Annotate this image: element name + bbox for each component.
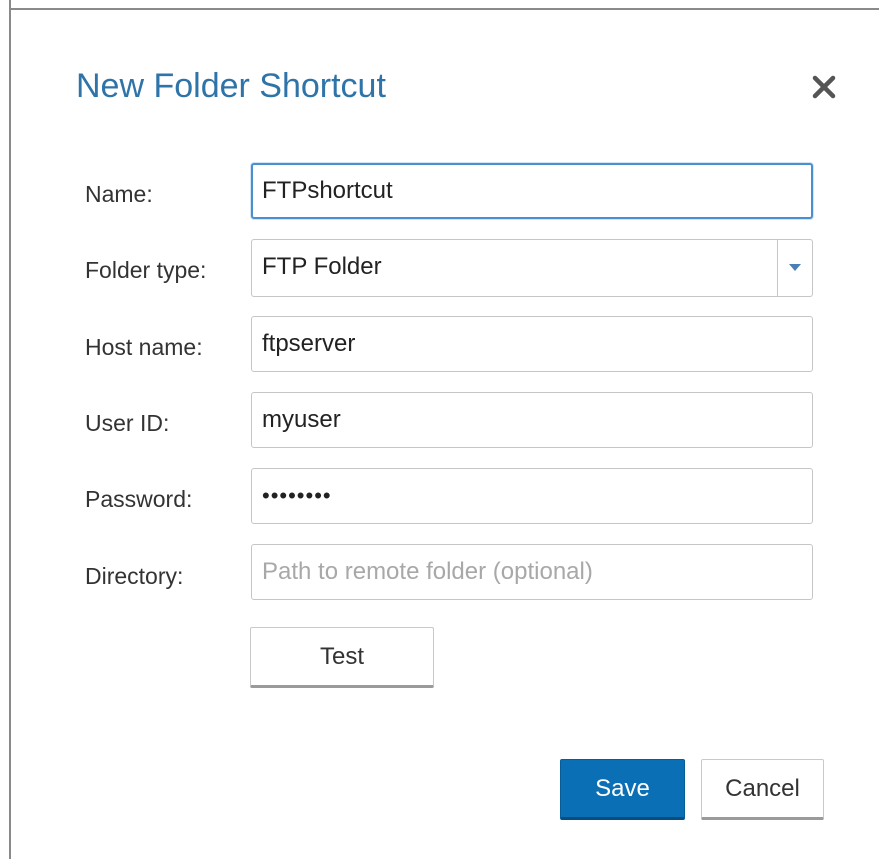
cancel-button[interactable]: Cancel [701, 759, 824, 820]
directory-field[interactable] [251, 544, 813, 600]
user-id-label: User ID: [85, 410, 170, 436]
name-field[interactable] [251, 163, 813, 219]
close-button[interactable] [803, 68, 845, 110]
folder-type-value: FTP Folder [262, 253, 382, 280]
folder-type-label: Folder type: [85, 257, 207, 283]
directory-label: Directory: [85, 563, 184, 589]
test-button[interactable]: Test [250, 627, 434, 688]
password-label: Password: [85, 486, 193, 512]
caret-down-icon[interactable] [778, 240, 812, 296]
dialog-title: New Folder Shortcut [76, 67, 386, 105]
password-field[interactable] [251, 468, 813, 524]
close-icon [812, 75, 836, 104]
name-label: Name: [85, 181, 153, 207]
new-folder-shortcut-dialog: New Folder Shortcut Name: Folder type: F… [11, 10, 879, 859]
host-name-label: Host name: [85, 334, 203, 360]
save-button[interactable]: Save [560, 759, 685, 820]
folder-type-select[interactable]: FTP Folder [251, 239, 813, 297]
user-id-field[interactable] [251, 392, 813, 448]
host-name-field[interactable] [251, 316, 813, 372]
screen: New Folder Shortcut Name: Folder type: F… [0, 0, 879, 859]
